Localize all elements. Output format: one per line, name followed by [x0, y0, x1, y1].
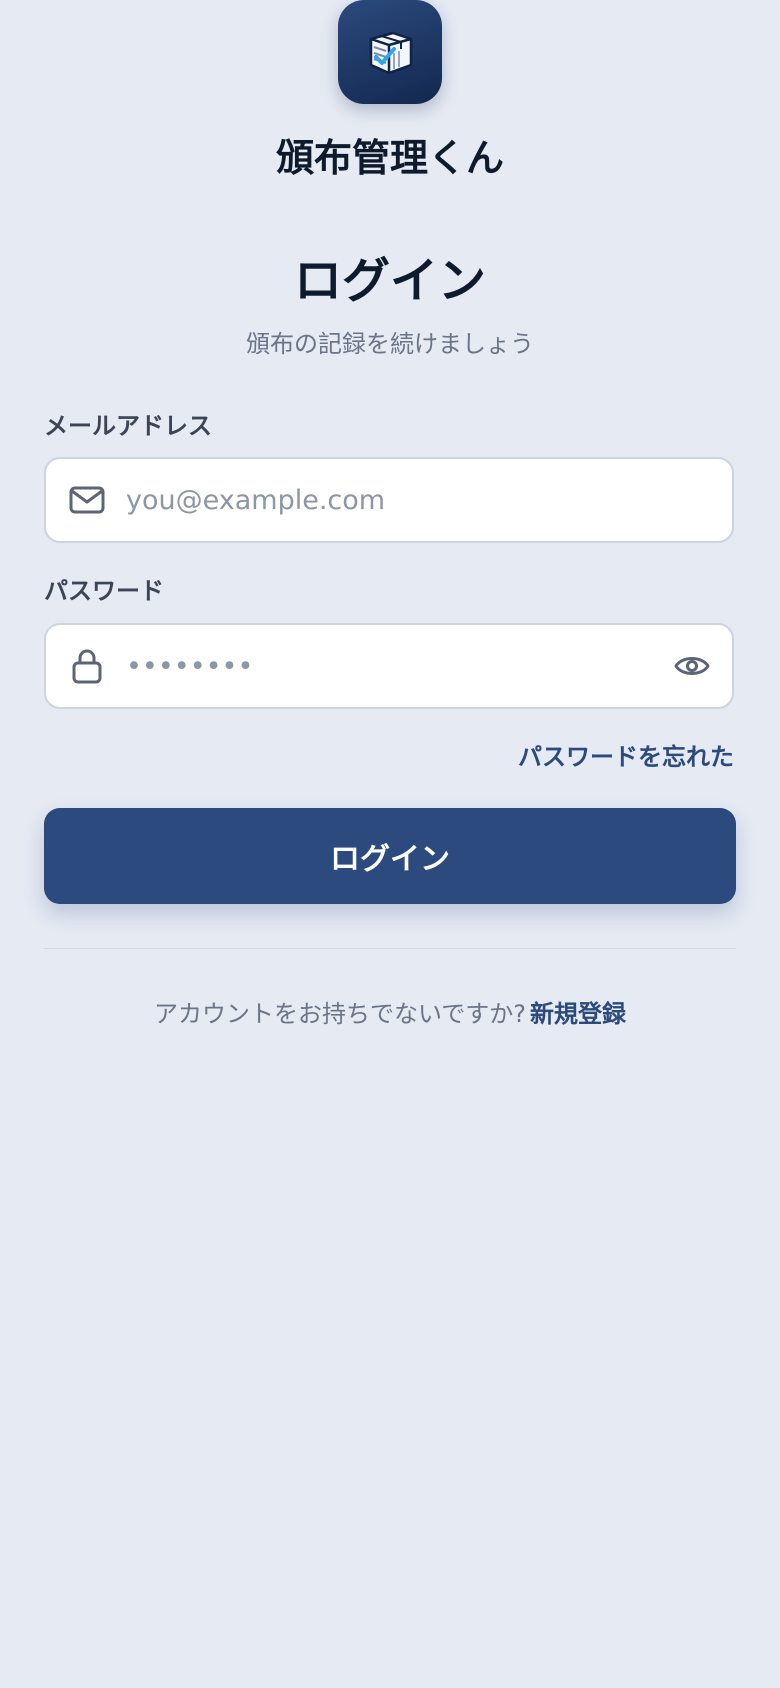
page-title: ログイン	[293, 253, 486, 309]
app-logo	[338, 0, 442, 104]
email-label: メールアドレス	[44, 412, 212, 440]
forgot-password-link[interactable]: パスワードを忘れた	[518, 740, 734, 774]
eye-icon[interactable]	[672, 646, 712, 686]
signup-prompt: アカウントをお持ちでないですか? 新規登録	[0, 996, 780, 1032]
signup-link[interactable]: 新規登録	[530, 1000, 626, 1028]
email-field[interactable]	[44, 457, 734, 543]
signup-prompt-text: アカウントをお持ちでないですか?	[153, 1000, 527, 1028]
divider	[44, 948, 736, 949]
app-name: 頒布管理くん	[275, 136, 504, 180]
mail-icon	[68, 481, 106, 519]
box-checklist-icon	[369, 31, 413, 75]
email-input[interactable]	[126, 459, 652, 541]
login-button[interactable]: ログイン	[44, 808, 736, 904]
password-field[interactable]	[44, 623, 734, 709]
lock-icon	[68, 647, 106, 685]
password-input[interactable]	[126, 625, 652, 707]
page-subtitle: 頒布の記録を続けましょう	[246, 330, 534, 358]
password-label: パスワード	[44, 577, 164, 605]
